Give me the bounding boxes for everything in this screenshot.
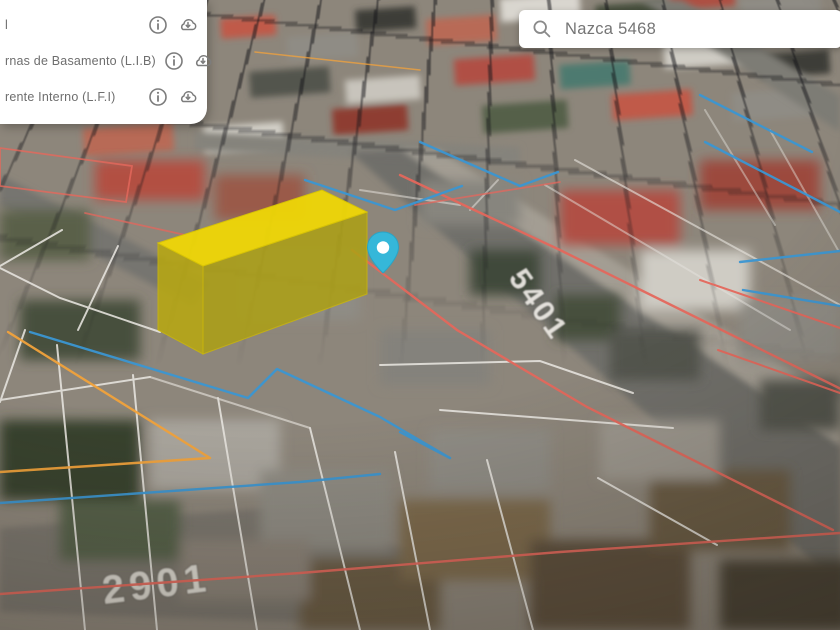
street-label: 2901 [100,556,214,613]
info-icon [148,87,168,107]
street-label: 5401 [502,263,574,346]
cloud-download-button[interactable] [177,15,199,35]
layers-panel: l rnas de Basamento (L.I.B) [0,0,207,124]
layer-label: l [5,18,139,32]
layer-label: rnas de Basamento (L.I.B) [5,54,156,68]
regulation-lines-blue [0,95,840,503]
street-label-5401-group: 5401 [502,263,574,346]
building-3d-volume[interactable] [158,190,367,354]
search-icon [531,18,553,40]
parcel-lines-white [0,110,840,630]
info-button[interactable] [164,51,184,71]
info-icon [148,15,168,35]
cloud-download-button[interactable] [177,87,199,107]
info-button[interactable] [147,15,169,35]
street-label-2901-group: 2901 [100,556,214,613]
cloud-download-icon [177,15,199,35]
map-app-window: 5401 2901 [0,0,840,630]
cloud-download-icon [192,51,214,71]
layer-label: rente Interno (L.F.I) [5,90,139,104]
info-button[interactable] [147,87,169,107]
cloud-download-icon [177,87,199,107]
regulation-lines-red [0,148,840,594]
layer-row-1: rnas de Basamento (L.I.B) [5,46,199,76]
info-icon [164,51,184,71]
search-bar [519,10,840,48]
search-input[interactable] [563,19,832,40]
layer-row-2: rente Interno (L.F.I) [5,82,199,112]
layer-row-0: l [5,10,199,40]
cloud-download-button[interactable] [192,51,214,71]
